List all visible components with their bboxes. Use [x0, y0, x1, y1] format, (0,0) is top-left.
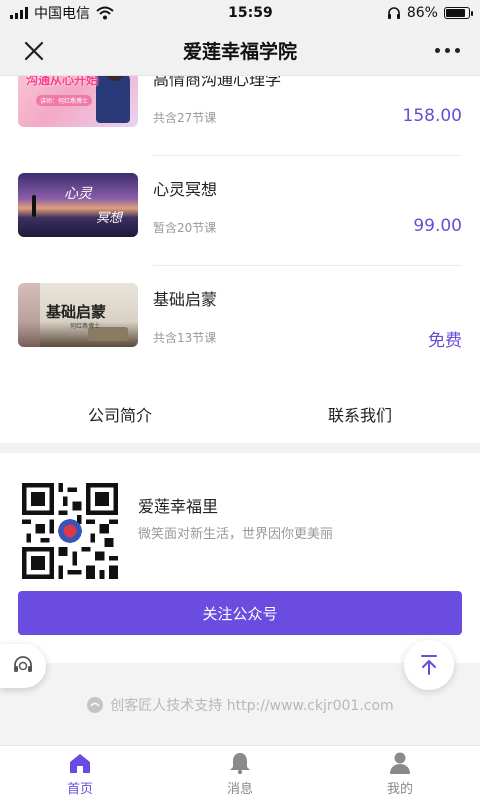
- tab-label: 我的: [386, 782, 413, 797]
- back-to-top-button[interactable]: [404, 640, 454, 690]
- account-name: 爱莲幸福里: [138, 497, 219, 516]
- signal-icon: [10, 7, 28, 19]
- thumbnail-subtitle: 讲师：何红燕博士: [36, 95, 93, 106]
- course-lessons: 共含27节课: [153, 111, 217, 125]
- course-title: 基础启蒙: [153, 290, 218, 309]
- course-thumbnail[interactable]: 基础启蒙 何红燕博士: [18, 283, 138, 347]
- tab-label: 消息: [226, 782, 253, 797]
- course-list: 沟通从心开始 讲师：何红燕博士 高情商沟通心理学 共含27节课 158.00 心…: [0, 46, 480, 376]
- course-item[interactable]: 基础启蒙 何红燕博士 基础启蒙 共含13节课 免费: [18, 266, 462, 376]
- battery-percent: 86%: [406, 5, 438, 21]
- app-screen: 沟通从心开始 讲师：何红燕博士 高情商沟通心理学 共含27节课 158.00 心…: [0, 0, 480, 800]
- user-icon: [390, 752, 410, 774]
- close-icon[interactable]: [20, 37, 48, 65]
- page-title: 爱莲幸福学院: [182, 41, 297, 63]
- course-price: 免费: [428, 331, 462, 351]
- qr-code: [22, 483, 118, 579]
- home-icon: [70, 754, 90, 773]
- thumbnail-title: 基础启蒙: [46, 303, 107, 321]
- thumbnail-subtitle: 冥想: [96, 211, 123, 226]
- clock: 15:59: [228, 5, 273, 21]
- status-bar: 中国电信 15:59 86%: [0, 0, 480, 26]
- nav-bar: 爱莲幸福学院: [0, 26, 480, 76]
- tech-support-text: 创客匠人技术支持 http://www.ckjr001.com: [110, 698, 394, 714]
- customer-service-button[interactable]: [0, 644, 46, 688]
- bell-icon: [230, 753, 250, 775]
- tech-support: 创客匠人技术支持 http://www.ckjr001.com: [0, 695, 480, 715]
- thumbnail-subtitle: 何红燕博士: [70, 323, 101, 330]
- status-left: 中国电信: [10, 3, 114, 23]
- battery-icon: [443, 7, 473, 19]
- status-right: 86%: [387, 5, 473, 21]
- more-icon[interactable]: [435, 48, 460, 53]
- about-link[interactable]: 公司简介: [0, 392, 240, 440]
- section-divider: [0, 443, 480, 453]
- course-lessons: 暂含20节课: [153, 221, 217, 235]
- course-title: 心灵冥想: [153, 180, 218, 199]
- account-description: 微笑面对新生活，世界因你更美丽: [138, 527, 334, 542]
- course-price: 99.00: [413, 216, 462, 236]
- course-item[interactable]: 心灵 冥想 心灵冥想 暂含20节课 99.00: [18, 156, 462, 266]
- wifi-icon: [96, 6, 114, 20]
- support-logo-icon: [87, 697, 104, 713]
- course-price: 158.00: [402, 106, 462, 126]
- silhouette: [32, 195, 36, 217]
- tab-home[interactable]: 首页: [0, 746, 160, 800]
- tab-messages[interactable]: 消息: [160, 746, 320, 800]
- carrier-label: 中国电信: [34, 6, 90, 22]
- tab-bar: 首页 消息 我的: [0, 745, 480, 800]
- tab-profile[interactable]: 我的: [320, 746, 480, 800]
- follow-account-button[interactable]: 关注公众号: [18, 591, 462, 635]
- course-thumbnail[interactable]: 心灵 冥想: [18, 173, 138, 237]
- thumbnail-title: 心灵: [64, 186, 92, 202]
- tab-label: 首页: [66, 782, 93, 797]
- course-lessons: 共含13节课: [153, 331, 217, 345]
- follow-card: 爱莲幸福里 微笑面对新生活，世界因你更美丽 关注公众号: [0, 453, 480, 663]
- headphones-icon: [387, 7, 400, 19]
- arrow-up-icon: [421, 655, 437, 675]
- battery-fill: [445, 9, 465, 17]
- links-row: 公司简介 联系我们: [0, 392, 480, 440]
- blossom-branch: [18, 283, 40, 347]
- contact-link[interactable]: 联系我们: [240, 392, 480, 440]
- headset-icon: [14, 656, 32, 672]
